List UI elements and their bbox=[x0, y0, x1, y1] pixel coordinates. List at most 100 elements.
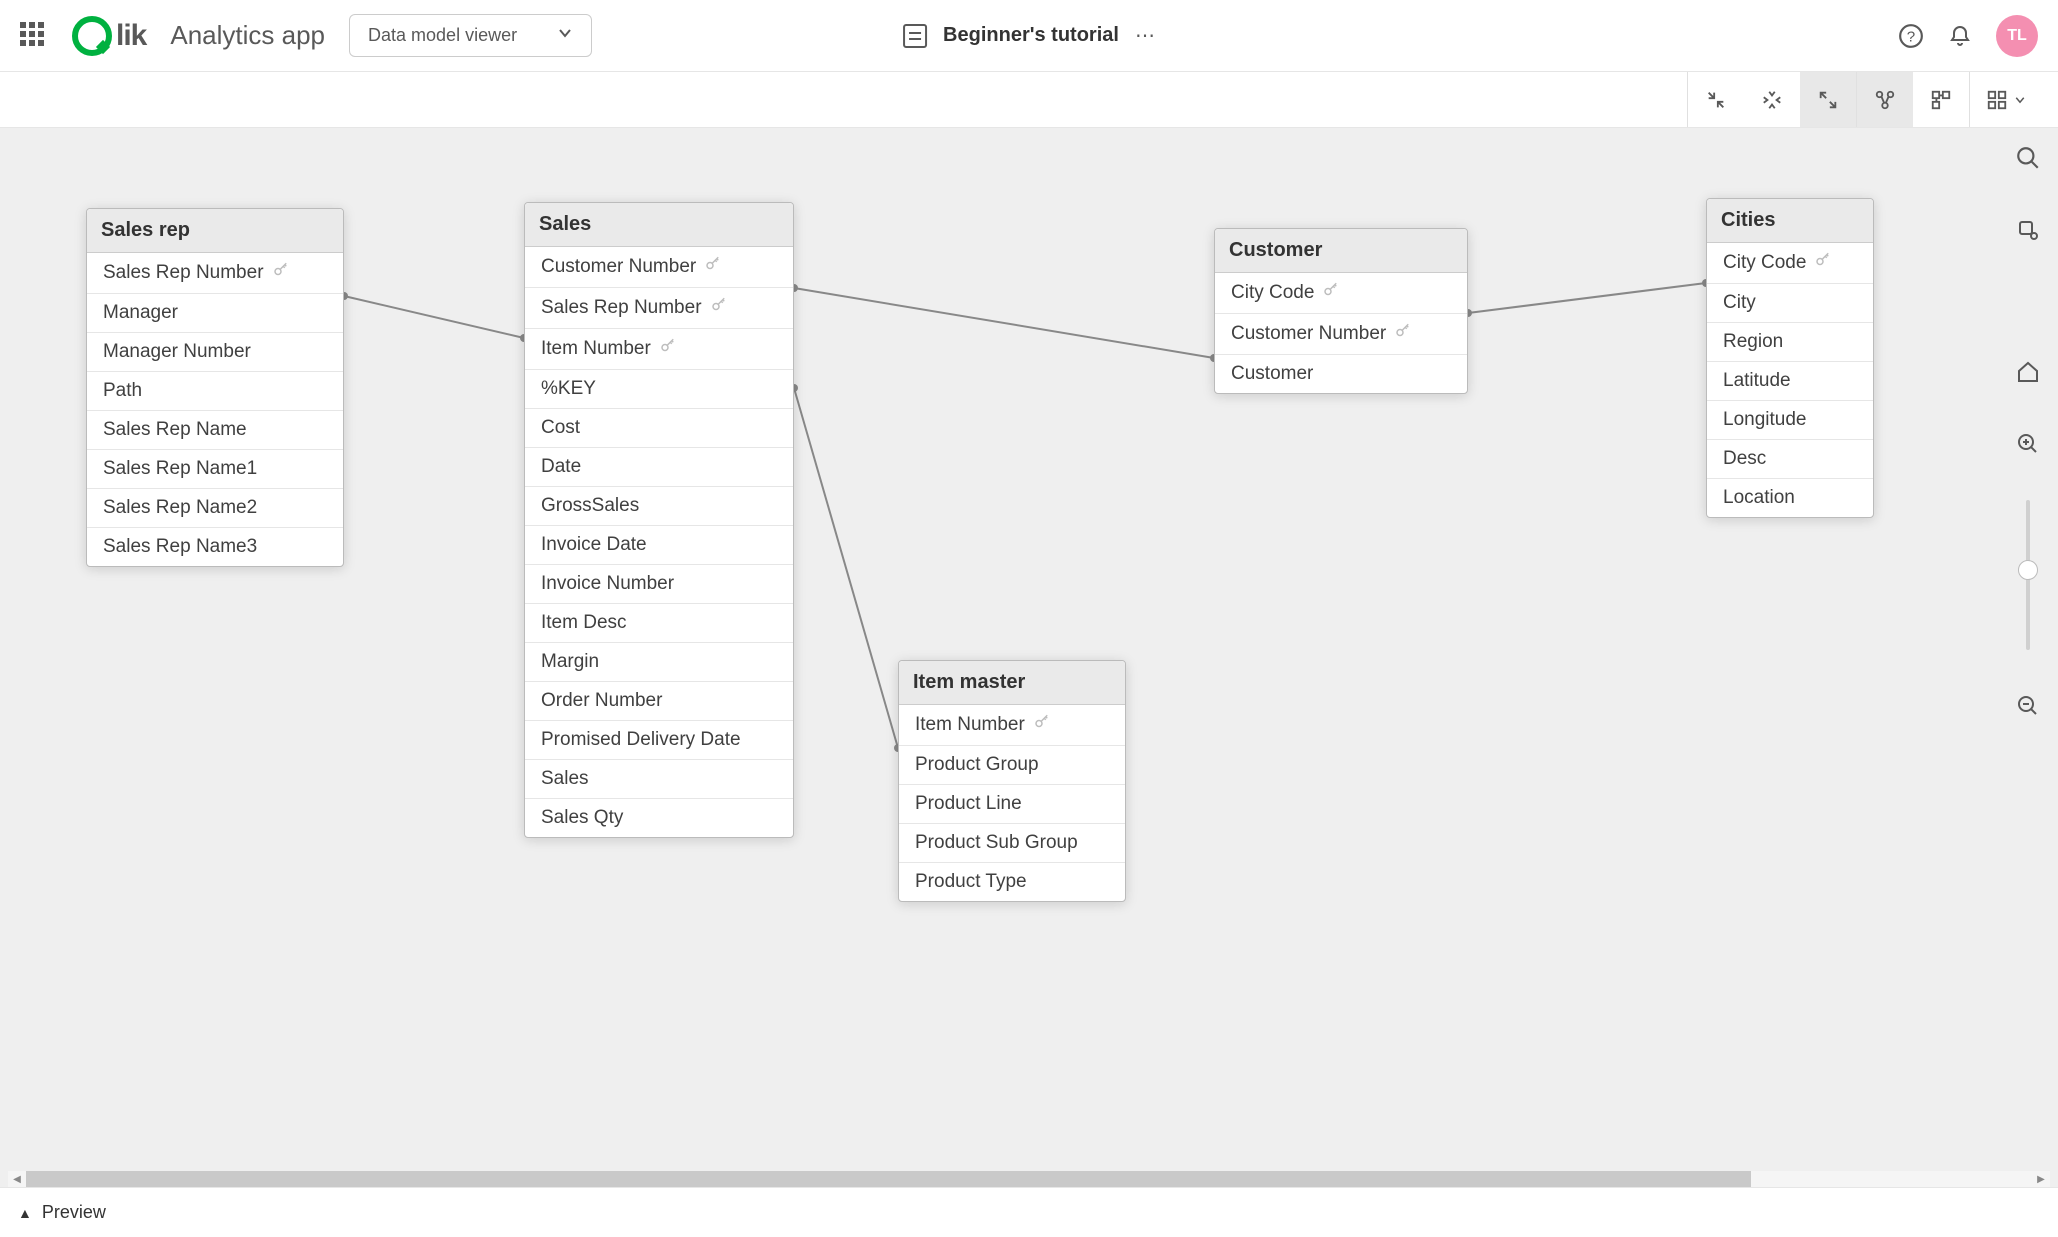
field-name: Sales bbox=[541, 768, 589, 790]
zoom-slider-thumb[interactable] bbox=[2018, 560, 2038, 580]
field-item[interactable]: Margin bbox=[525, 643, 793, 682]
field-item[interactable]: Customer Number bbox=[1215, 314, 1467, 355]
field-item[interactable]: Desc bbox=[1707, 440, 1873, 479]
table-header[interactable]: Sales rep bbox=[87, 209, 343, 253]
field-item[interactable]: Item Desc bbox=[525, 604, 793, 643]
field-name: Item Number bbox=[915, 714, 1025, 736]
zoom-out-icon[interactable] bbox=[2012, 690, 2044, 722]
field-item[interactable]: Location bbox=[1707, 479, 1873, 517]
field-item[interactable]: Product Type bbox=[899, 863, 1125, 901]
field-item[interactable]: Customer bbox=[1215, 355, 1467, 393]
key-icon bbox=[1033, 713, 1051, 737]
field-item[interactable]: Latitude bbox=[1707, 362, 1873, 401]
field-name: Customer bbox=[1231, 363, 1313, 385]
field-name: City Code bbox=[1723, 252, 1806, 274]
table-header[interactable]: Item master bbox=[899, 661, 1125, 705]
search-icon[interactable] bbox=[2012, 142, 2044, 174]
field-item[interactable]: City Code bbox=[1215, 273, 1467, 314]
grid-menu-icon[interactable] bbox=[1970, 72, 2042, 127]
field-item[interactable]: Region bbox=[1707, 323, 1873, 362]
field-item[interactable]: City Code bbox=[1707, 243, 1873, 284]
preview-bar[interactable]: ▲ Preview bbox=[0, 1187, 2058, 1237]
data-model-canvas[interactable]: Sales rep Sales Rep NumberManagerManager… bbox=[0, 128, 2058, 1187]
field-item[interactable]: Invoice Number bbox=[525, 565, 793, 604]
help-icon[interactable]: ? bbox=[1898, 23, 1924, 49]
view-selector-dropdown[interactable]: Data model viewer bbox=[349, 14, 592, 57]
field-name: Sales Rep Name1 bbox=[103, 458, 257, 480]
horizontal-scrollbar[interactable]: ◀ ▶ bbox=[8, 1171, 2050, 1187]
field-name: Item Desc bbox=[541, 612, 627, 634]
field-item[interactable]: Sales Rep Name3 bbox=[87, 528, 343, 566]
internal-view-icon[interactable] bbox=[1857, 72, 1913, 127]
field-item[interactable]: Customer Number bbox=[525, 247, 793, 288]
notifications-icon[interactable] bbox=[1948, 24, 1972, 48]
field-item[interactable]: Cost bbox=[525, 409, 793, 448]
field-name: Region bbox=[1723, 331, 1783, 353]
field-name: Customer Number bbox=[1231, 323, 1386, 345]
table-header[interactable]: Customer bbox=[1215, 229, 1467, 273]
field-item[interactable]: Promised Delivery Date bbox=[525, 721, 793, 760]
table-customer[interactable]: Customer City Code Customer Number Custome… bbox=[1214, 228, 1468, 394]
field-name: Manager Number bbox=[103, 341, 251, 363]
field-item[interactable]: Product Line bbox=[899, 785, 1125, 824]
app-name: Analytics app bbox=[170, 20, 325, 51]
field-name: City bbox=[1723, 292, 1756, 314]
field-item[interactable]: %KEY bbox=[525, 370, 793, 409]
field-item[interactable]: Sales Rep Name1 bbox=[87, 450, 343, 489]
field-item[interactable]: Product Sub Group bbox=[899, 824, 1125, 863]
table-cities[interactable]: Cities City Code City Region LatitudeLongit… bbox=[1706, 198, 1874, 518]
table-header[interactable]: Sales bbox=[525, 203, 793, 247]
collapse-in-icon[interactable] bbox=[1688, 72, 1744, 127]
chevron-down-icon bbox=[557, 25, 573, 46]
canvas-tools-rail bbox=[2012, 142, 2044, 722]
field-item[interactable]: Item Number bbox=[899, 705, 1125, 746]
sheet-icon[interactable] bbox=[903, 24, 927, 48]
field-item[interactable]: Invoice Date bbox=[525, 526, 793, 565]
qlik-logo[interactable]: lik bbox=[72, 16, 146, 56]
zoom-in-icon[interactable] bbox=[2012, 428, 2044, 460]
field-name: City Code bbox=[1231, 282, 1314, 304]
home-icon[interactable] bbox=[2012, 356, 2044, 388]
field-item[interactable]: Sales Rep Name bbox=[87, 411, 343, 450]
table-header[interactable]: Cities bbox=[1707, 199, 1873, 243]
key-icon bbox=[1394, 322, 1412, 346]
scroll-thumb[interactable] bbox=[26, 1171, 1751, 1187]
locate-icon[interactable] bbox=[2012, 214, 2044, 246]
field-item[interactable]: Manager bbox=[87, 294, 343, 333]
user-avatar[interactable]: TL bbox=[1996, 15, 2038, 57]
field-name: Location bbox=[1723, 487, 1795, 509]
key-icon bbox=[1322, 281, 1340, 305]
field-item[interactable]: Sales Qty bbox=[525, 799, 793, 837]
scroll-right-arrow[interactable]: ▶ bbox=[2032, 1174, 2050, 1185]
field-item[interactable]: Manager Number bbox=[87, 333, 343, 372]
field-item[interactable]: Date bbox=[525, 448, 793, 487]
field-item[interactable]: Item Number bbox=[525, 329, 793, 370]
field-item[interactable]: Sales bbox=[525, 760, 793, 799]
scroll-track[interactable] bbox=[26, 1171, 2032, 1187]
field-item[interactable]: Sales Rep Name2 bbox=[87, 489, 343, 528]
collapse-mid-icon[interactable] bbox=[1744, 72, 1800, 127]
field-name: Desc bbox=[1723, 448, 1766, 470]
field-item[interactable]: Path bbox=[87, 372, 343, 411]
field-item[interactable]: City bbox=[1707, 284, 1873, 323]
table-sales-rep[interactable]: Sales rep Sales Rep NumberManager Manager… bbox=[86, 208, 344, 567]
scroll-left-arrow[interactable]: ◀ bbox=[8, 1174, 26, 1185]
expand-out-icon[interactable] bbox=[1800, 72, 1856, 127]
more-options-icon[interactable]: ⋯ bbox=[1135, 23, 1155, 48]
app-launcher-icon[interactable] bbox=[20, 22, 48, 50]
field-item[interactable]: Order Number bbox=[525, 682, 793, 721]
table-sales[interactable]: Sales Customer NumberSales Rep NumberIte… bbox=[524, 202, 794, 838]
field-item[interactable]: Sales Rep Number bbox=[87, 253, 343, 294]
field-name: Invoice Date bbox=[541, 534, 647, 556]
field-name: Product Type bbox=[915, 871, 1027, 893]
table-item-master[interactable]: Item master Item NumberProduct GroupProd… bbox=[898, 660, 1126, 902]
field-item[interactable]: Sales Rep Number bbox=[525, 288, 793, 329]
field-name: Date bbox=[541, 456, 581, 478]
preview-toggle-icon[interactable]: ▲ bbox=[18, 1205, 32, 1221]
zoom-slider[interactable] bbox=[2026, 500, 2030, 650]
sub-toolbar bbox=[0, 72, 2058, 128]
field-item[interactable]: GrossSales bbox=[525, 487, 793, 526]
field-item[interactable]: Product Group bbox=[899, 746, 1125, 785]
layout-grid-icon[interactable] bbox=[1913, 72, 1969, 127]
field-item[interactable]: Longitude bbox=[1707, 401, 1873, 440]
